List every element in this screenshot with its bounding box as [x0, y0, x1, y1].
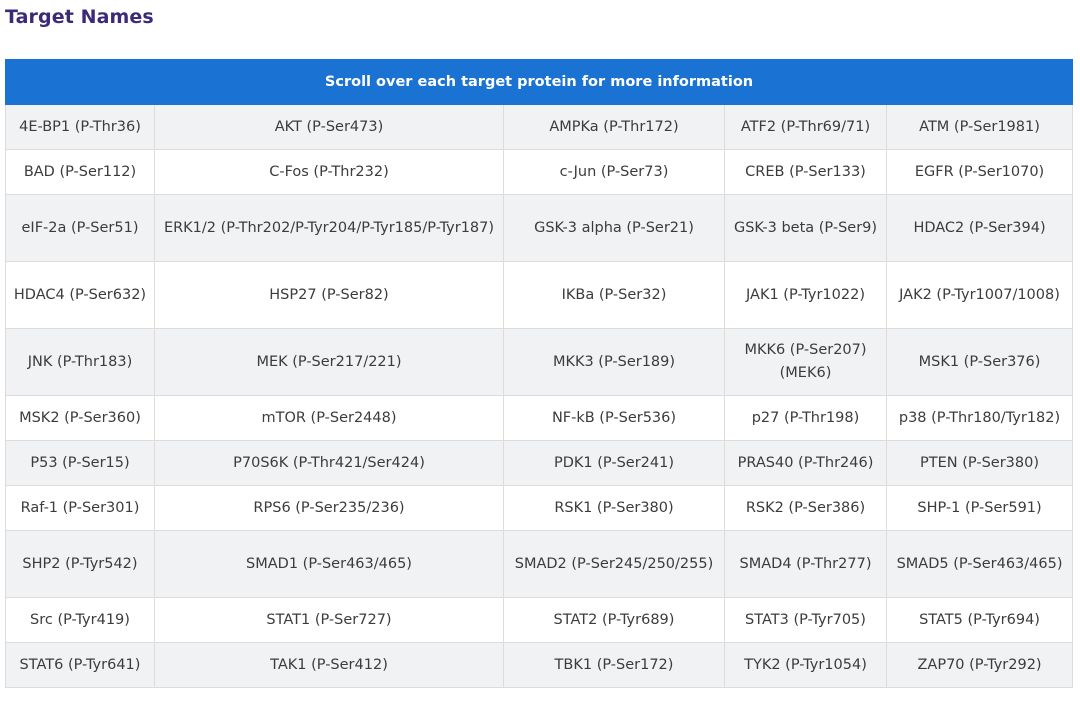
target-cell[interactable]: HDAC4 (P-Ser632): [5, 261, 155, 329]
target-table-container: Scroll over each target protein for more…: [4, 59, 1074, 688]
target-cell[interactable]: HDAC2 (P-Ser394): [885, 194, 1074, 262]
page-title: Target Names: [5, 6, 154, 28]
target-cell[interactable]: P70S6K (P-Thr421/Ser424): [154, 440, 504, 486]
table-row: MSK2 (P-Ser360) mTOR (P-Ser2448) NF-kB (…: [5, 395, 1074, 441]
table-row: P53 (P-Ser15) P70S6K (P-Thr421/Ser424) P…: [5, 440, 1074, 486]
target-cell[interactable]: TBK1 (P-Ser172): [503, 642, 725, 688]
target-cell[interactable]: P53 (P-Ser15): [5, 440, 155, 486]
target-cell[interactable]: Raf-1 (P-Ser301): [5, 485, 155, 531]
target-cell[interactable]: SMAD4 (P-Thr277): [724, 530, 887, 598]
target-cell[interactable]: AMPKa (P-Thr172): [503, 104, 725, 150]
target-cell[interactable]: JNK (P-Thr183): [5, 328, 155, 396]
target-cell[interactable]: JAK1 (P-Tyr1022): [724, 261, 887, 329]
target-cell[interactable]: IKBa (P-Ser32): [503, 261, 725, 329]
target-cell[interactable]: EGFR (P-Ser1070): [885, 149, 1074, 195]
table-row: STAT6 (P-Tyr641) TAK1 (P-Ser412) TBK1 (P…: [5, 642, 1074, 688]
target-cell[interactable]: STAT1 (P-Ser727): [154, 597, 504, 643]
target-cell[interactable]: ATF2 (P-Thr69/71): [724, 104, 887, 150]
target-cell[interactable]: Src (P-Tyr419): [5, 597, 155, 643]
table-row: 4E-BP1 (P-Thr36) AKT (P-Ser473) AMPKa (P…: [5, 104, 1074, 150]
target-cell[interactable]: MKK6 (P-Ser207) (MEK6): [724, 328, 887, 396]
table-row: HDAC4 (P-Ser632) HSP27 (P-Ser82) IKBa (P…: [5, 261, 1074, 329]
target-cell[interactable]: RSK1 (P-Ser380): [503, 485, 725, 531]
target-cell[interactable]: NF-kB (P-Ser536): [503, 395, 725, 441]
target-cell[interactable]: STAT2 (P-Tyr689): [503, 597, 725, 643]
target-names-table: Scroll over each target protein for more…: [4, 59, 1074, 688]
target-cell[interactable]: GSK-3 beta (P-Ser9): [724, 194, 887, 262]
table-banner-row: Scroll over each target protein for more…: [4, 59, 1074, 105]
target-cell[interactable]: mTOR (P-Ser2448): [154, 395, 504, 441]
target-cell[interactable]: STAT5 (P-Tyr694): [885, 597, 1074, 643]
target-cell[interactable]: STAT6 (P-Tyr641): [5, 642, 155, 688]
target-cell[interactable]: MKK3 (P-Ser189): [503, 328, 725, 396]
target-cell[interactable]: eIF-2a (P-Ser51): [5, 194, 155, 262]
target-cell[interactable]: MSK1 (P-Ser376): [885, 328, 1074, 396]
target-cell[interactable]: p27 (P-Thr198): [724, 395, 887, 441]
target-cell[interactable]: AKT (P-Ser473): [154, 104, 504, 150]
target-cell[interactable]: GSK-3 alpha (P-Ser21): [503, 194, 725, 262]
table-row: Raf-1 (P-Ser301) RPS6 (P-Ser235/236) RSK…: [5, 485, 1074, 531]
target-cell[interactable]: SMAD1 (P-Ser463/465): [154, 530, 504, 598]
target-cell[interactable]: ATM (P-Ser1981): [885, 104, 1074, 150]
target-cell[interactable]: CREB (P-Ser133): [724, 149, 887, 195]
target-cell[interactable]: PRAS40 (P-Thr246): [724, 440, 887, 486]
target-cell[interactable]: MSK2 (P-Ser360): [5, 395, 155, 441]
target-cell[interactable]: c-Jun (P-Ser73): [503, 149, 725, 195]
table-row: Src (P-Tyr419) STAT1 (P-Ser727) STAT2 (P…: [5, 597, 1074, 643]
target-cell[interactable]: HSP27 (P-Ser82): [154, 261, 504, 329]
target-cell[interactable]: PTEN (P-Ser380): [885, 440, 1074, 486]
target-cell[interactable]: SMAD5 (P-Ser463/465): [885, 530, 1074, 598]
target-cell[interactable]: RPS6 (P-Ser235/236): [154, 485, 504, 531]
target-cell[interactable]: TAK1 (P-Ser412): [154, 642, 504, 688]
target-cell[interactable]: BAD (P-Ser112): [5, 149, 155, 195]
target-cell[interactable]: PDK1 (P-Ser241): [503, 440, 725, 486]
table-row: eIF-2a (P-Ser51) ERK1/2 (P-Thr202/P-Tyr2…: [5, 194, 1074, 262]
table-row: SHP2 (P-Tyr542) SMAD1 (P-Ser463/465) SMA…: [5, 530, 1074, 598]
table-row: JNK (P-Thr183) MEK (P-Ser217/221) MKK3 (…: [5, 328, 1074, 396]
target-cell[interactable]: TYK2 (P-Tyr1054): [724, 642, 887, 688]
target-cell[interactable]: JAK2 (P-Tyr1007/1008): [885, 261, 1074, 329]
target-cell[interactable]: STAT3 (P-Tyr705): [724, 597, 887, 643]
target-cell[interactable]: MEK (P-Ser217/221): [154, 328, 504, 396]
table-banner: Scroll over each target protein for more…: [4, 59, 1074, 105]
target-cell[interactable]: SMAD2 (P-Ser245/250/255): [503, 530, 725, 598]
target-cell[interactable]: p38 (P-Thr180/Tyr182): [885, 395, 1074, 441]
target-cell[interactable]: ZAP70 (P-Tyr292): [885, 642, 1074, 688]
target-cell[interactable]: SHP2 (P-Tyr542): [5, 530, 155, 598]
table-row: BAD (P-Ser112) C-Fos (P-Thr232) c-Jun (P…: [5, 149, 1074, 195]
target-cell[interactable]: SHP-1 (P-Ser591): [885, 485, 1074, 531]
target-cell[interactable]: C-Fos (P-Thr232): [154, 149, 504, 195]
target-cell[interactable]: ERK1/2 (P-Thr202/P-Tyr204/P-Tyr185/P-Tyr…: [154, 194, 504, 262]
target-cell[interactable]: 4E-BP1 (P-Thr36): [5, 104, 155, 150]
target-cell[interactable]: RSK2 (P-Ser386): [724, 485, 887, 531]
